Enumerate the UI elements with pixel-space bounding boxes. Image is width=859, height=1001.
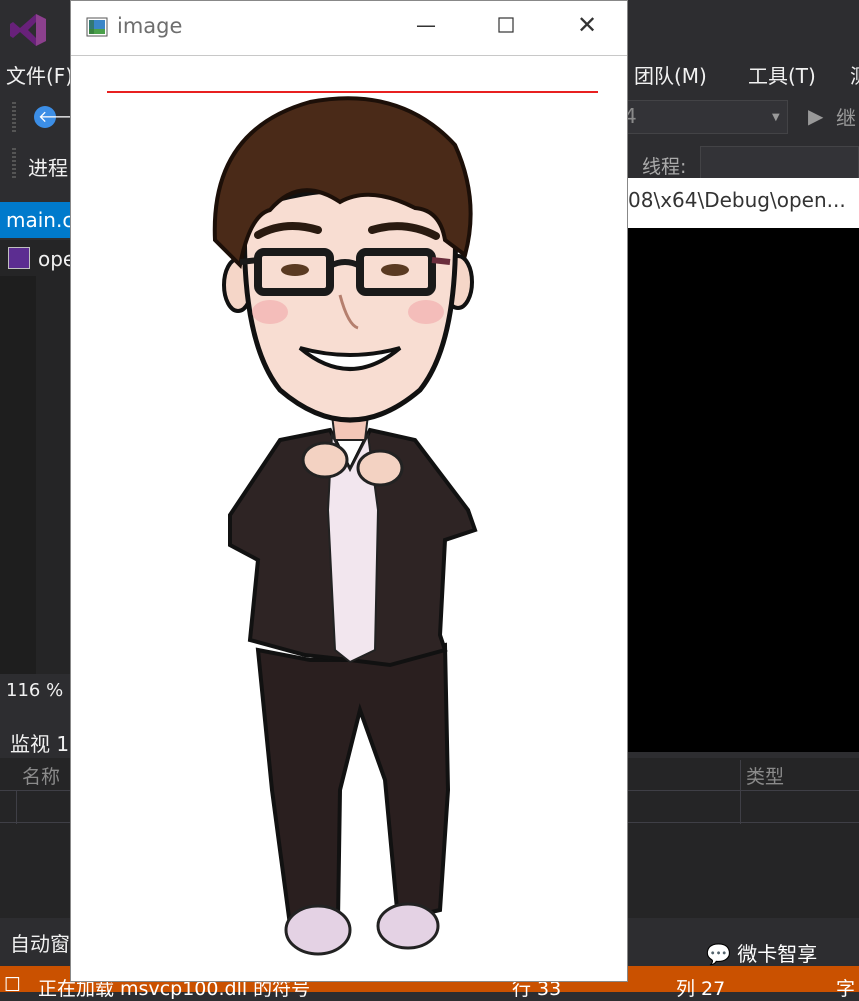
status-char: 字 [836, 978, 856, 1000]
wechat-watermark: 💬 微卡智享 [706, 938, 817, 967]
thread-combo[interactable] [700, 146, 859, 182]
watch-col-name[interactable]: 名称 [22, 762, 60, 789]
maximize-button[interactable] [494, 10, 518, 40]
status-icon: ☐ [4, 974, 22, 996]
glasses-arm-right [431, 257, 451, 265]
right-hand [356, 449, 404, 487]
image-window-title: image [117, 14, 183, 38]
toolbar-grip[interactable] [12, 102, 16, 132]
close-button[interactable]: ✕ [574, 10, 600, 40]
image-app-icon [86, 17, 108, 37]
tab-main-c-label: main.c [6, 208, 74, 232]
status-column: 列 27 [676, 978, 726, 1000]
grid-divider [16, 790, 17, 824]
zoom-level[interactable]: 116 % [6, 680, 63, 701]
chevron-down-icon[interactable]: ▼ [772, 112, 780, 123]
left-eye [281, 264, 309, 276]
right-eye [381, 264, 409, 276]
menu-test[interactable]: 测 [850, 60, 859, 89]
menu-tools[interactable]: 工具(T) [748, 60, 816, 89]
watch-col-type[interactable]: 类型 [746, 762, 784, 789]
console-output[interactable] [628, 228, 859, 752]
right-cheek [408, 300, 444, 324]
glasses-arm-left [239, 257, 259, 265]
left-hand [301, 441, 349, 479]
project-icon [8, 247, 30, 269]
continue-button[interactable]: 继 [836, 102, 856, 131]
editor-gutter [0, 276, 36, 674]
watch-panel-title[interactable]: 监视 1 [10, 728, 69, 757]
menu-team[interactable]: 团队(M) [634, 60, 707, 89]
console-title: 08\x64\Debug\open... [628, 188, 846, 212]
platform-combo[interactable] [616, 100, 788, 134]
process-label: 进程 [28, 156, 68, 180]
menu-file[interactable]: 文件(F) [6, 60, 73, 89]
wechat-icon: 💬 [706, 942, 731, 966]
minimize-button[interactable]: — [414, 10, 438, 40]
grid-divider [740, 760, 741, 824]
cartoon-man-image [212, 96, 478, 956]
watermark-text: 微卡智享 [737, 942, 818, 966]
autos-tab[interactable]: 自动窗 [10, 928, 70, 957]
play-icon[interactable]: ▶ [808, 104, 823, 128]
trousers [255, 642, 451, 928]
code-editor[interactable] [36, 276, 72, 674]
thread-label: 线程: [642, 156, 687, 178]
titlebar-divider [71, 55, 627, 56]
right-shoe [376, 902, 440, 950]
toolbar-grip[interactable] [12, 148, 16, 178]
visual-studio-logo-icon [10, 14, 46, 46]
left-shoe [284, 904, 352, 956]
left-cheek [252, 300, 288, 324]
